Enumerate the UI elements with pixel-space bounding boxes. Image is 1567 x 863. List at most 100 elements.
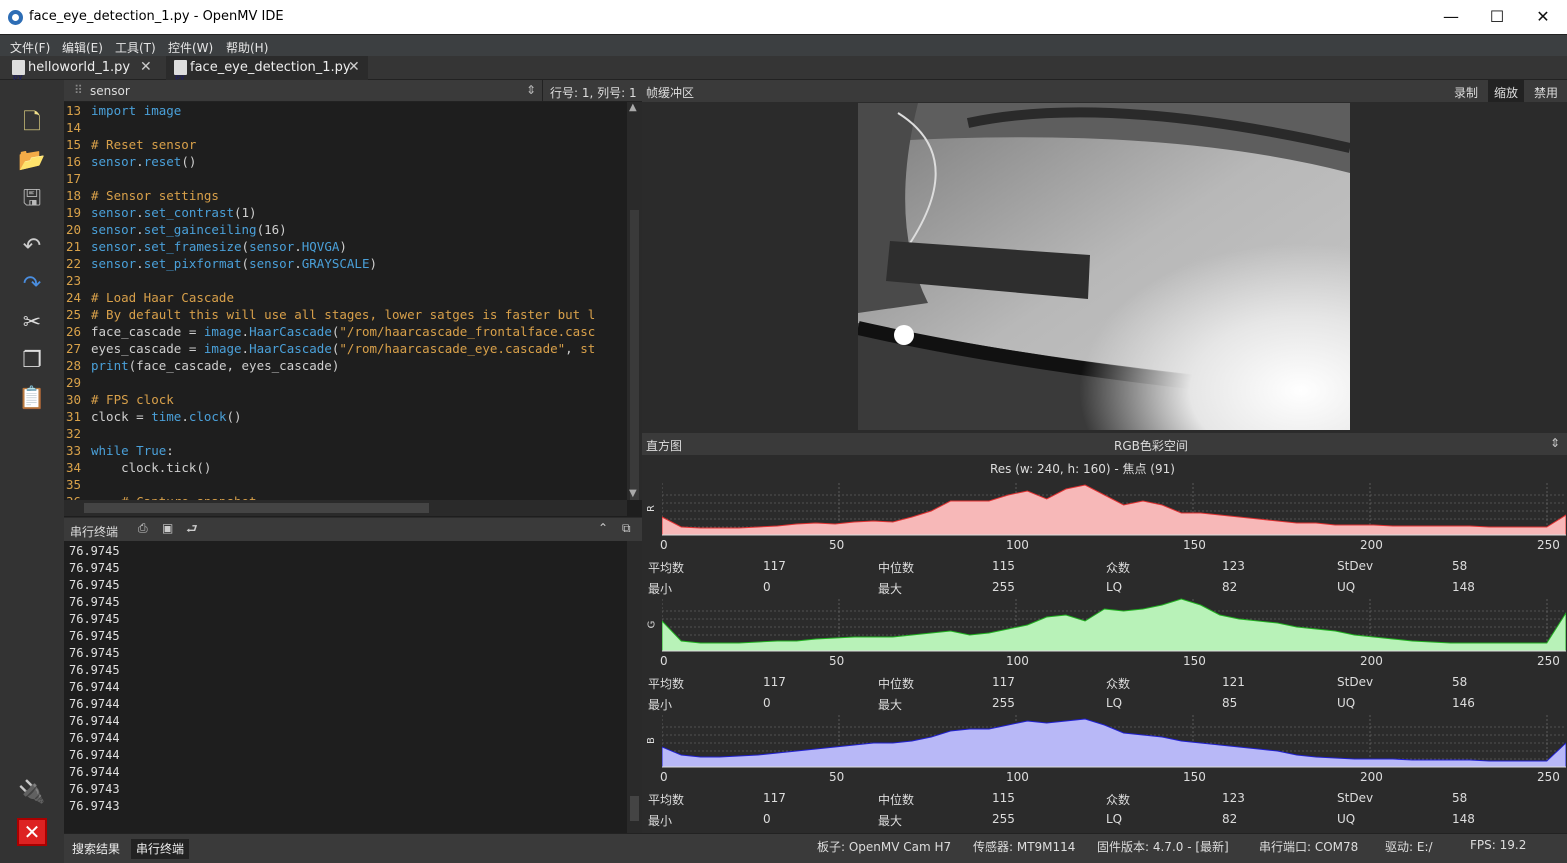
code-editor[interactable]: ⠿ sensor ⇕ 行号: 1, 列号: 1 13 import image 14…: [64, 80, 642, 517]
stat-label: 众数: [1106, 561, 1131, 575]
code-token: .: [241, 341, 250, 356]
cut-icon[interactable]: ✂: [14, 308, 50, 338]
line-number: 19: [66, 205, 82, 220]
stat-label: 平均数: [648, 561, 685, 575]
board-status: 板子: OpenMV Cam H7: [817, 840, 952, 854]
tab-close-icon[interactable]: ✕: [140, 56, 152, 79]
code-token: image: [203, 324, 242, 339]
print-icon[interactable]: ⎙: [138, 521, 148, 536]
line-number: 22: [66, 256, 82, 271]
tab-label: face_eye_detection_1.py: [190, 60, 351, 75]
horizontal-scrollbar[interactable]: [64, 500, 627, 516]
stat-label: 平均数: [648, 677, 685, 691]
code-token: True: [136, 443, 167, 458]
minimize-button[interactable]: —: [1428, 0, 1474, 34]
code-token: :: [166, 443, 174, 458]
search-results-tab[interactable]: 搜索结果: [67, 839, 125, 859]
stat-value: 58: [1452, 675, 1468, 689]
serial-output[interactable]: 76.9745 76.9745 76.9745 76.9745 76.9745 76.97…: [69, 543, 120, 815]
dropdown-icon[interactable]: ⇕: [1550, 436, 1560, 450]
stop-icon[interactable]: ✕: [17, 818, 47, 846]
stat-value: 58: [1452, 559, 1468, 573]
code-token: # Load Haar Cascade: [91, 290, 234, 305]
serial-line: 76.9745: [69, 663, 120, 677]
record-button[interactable]: 录制: [1454, 84, 1478, 101]
line-number: 32: [66, 426, 82, 441]
menu-help[interactable]: 帮助(H): [226, 39, 268, 56]
camera-frame: [858, 103, 1350, 430]
code-token: .: [294, 256, 302, 271]
menu-widgets[interactable]: 控件(W): [168, 39, 213, 56]
code-token: # FPS clock: [91, 392, 174, 407]
code-line: # By default this will use all stages, l…: [91, 307, 595, 322]
code-token: sensor: [91, 154, 137, 169]
disable-button[interactable]: 禁用: [1534, 84, 1558, 101]
scroll-down-icon[interactable]: ▼: [629, 488, 637, 499]
axis-tick-label: 250: [1537, 770, 1560, 784]
scrollbar-thumb[interactable]: [84, 503, 429, 513]
stat-label: LQ: [1106, 812, 1123, 826]
code-line: import image: [91, 103, 181, 118]
channel-label: R: [645, 505, 657, 512]
axis-tick-label: 50: [829, 770, 845, 784]
histogram-panel: Res (w: 240, h: 160) - 焦点 (91) R 0 50 100 15…: [642, 455, 1567, 833]
code-line: # Load Haar Cascade: [91, 290, 234, 305]
title-bar: face_eye_detection_1.py - OpenMV IDE — ☐…: [0, 0, 1567, 34]
tab-helloworld[interactable]: helloworld_1.py ✕: [4, 56, 160, 89]
code-area[interactable]: 13 import image 14 15 # Reset sensor 16 sensor…: [64, 102, 627, 500]
line-number: 16: [66, 154, 82, 169]
code-line: sensor.set_gainceiling(16): [91, 222, 287, 237]
stat-value: 117: [763, 675, 786, 689]
new-file-icon[interactable]: 🗋: [14, 108, 50, 138]
tab-face-eye-detection[interactable]: face_eye_detection_1.py ✕: [166, 56, 368, 89]
serial-title: 串行终端: [70, 525, 119, 539]
close-button[interactable]: ✕: [1520, 0, 1566, 34]
axis-tick-label: 150: [1183, 538, 1206, 552]
code-token: sensor: [91, 205, 137, 220]
connect-icon[interactable]: 🔌: [14, 778, 50, 808]
code-token: # Sensor settings: [91, 188, 219, 203]
maximize-button[interactable]: ☐: [1474, 0, 1520, 34]
channel-label: G: [646, 620, 658, 629]
colorspace-select[interactable]: RGB色彩空间: [1114, 437, 1188, 454]
line-number: 15: [66, 137, 82, 152]
undo-icon[interactable]: ↶: [14, 232, 50, 262]
code-token: reset: [143, 154, 182, 169]
axis-tick-label: 0: [660, 654, 668, 668]
line-number: 35: [66, 477, 82, 492]
serial-line: 76.9745: [69, 544, 120, 558]
copy-icon[interactable]: ❐: [14, 346, 50, 376]
serial-line: 76.9743: [69, 799, 120, 813]
tab-close-icon[interactable]: ✕: [348, 56, 360, 79]
menu-tools[interactable]: 工具(T): [115, 39, 156, 56]
code-token: face_cascade =: [91, 324, 204, 339]
stat-label: 平均数: [648, 793, 685, 807]
save-icon[interactable]: ▣: [162, 521, 173, 535]
code-token: ): [339, 239, 347, 254]
scrollbar-thumb[interactable]: [630, 210, 639, 500]
serial-terminal-tab[interactable]: 串行终端: [131, 839, 190, 859]
serial-scrollbar[interactable]: [627, 541, 642, 833]
grip-icon: ⠿: [74, 83, 83, 97]
code-token: .: [136, 154, 144, 169]
redo-icon[interactable]: ↷: [14, 270, 50, 300]
menu-bar: 文件(F) 编辑(E) 工具(T) 控件(W) 帮助(H): [0, 34, 1567, 56]
open-folder-icon[interactable]: 📂: [14, 146, 50, 176]
save-icon[interactable]: 🖫: [14, 184, 50, 214]
code-token: HaarCascade: [249, 324, 332, 339]
collapse-icon[interactable]: ⌃: [598, 521, 608, 535]
detach-icon[interactable]: ⧉: [622, 521, 631, 536]
paste-icon[interactable]: 📋: [14, 384, 50, 414]
menu-edit[interactable]: 编辑(E): [62, 39, 103, 56]
module-selector[interactable]: sensor: [90, 84, 130, 98]
serial-line: 76.9744: [69, 714, 120, 728]
wrap-icon[interactable]: ⮐: [186, 520, 198, 542]
scrollbar-thumb[interactable]: [630, 796, 639, 821]
vertical-scrollbar[interactable]: ▲ ▼: [627, 102, 642, 500]
axis-tick-label: 200: [1360, 770, 1383, 784]
menu-file[interactable]: 文件(F): [10, 39, 50, 56]
line-number: 28: [66, 358, 82, 373]
dropdown-icon[interactable]: ⇕: [526, 83, 536, 97]
zoom-button[interactable]: 缩放: [1488, 80, 1525, 102]
scroll-up-icon[interactable]: ▲: [629, 102, 637, 113]
